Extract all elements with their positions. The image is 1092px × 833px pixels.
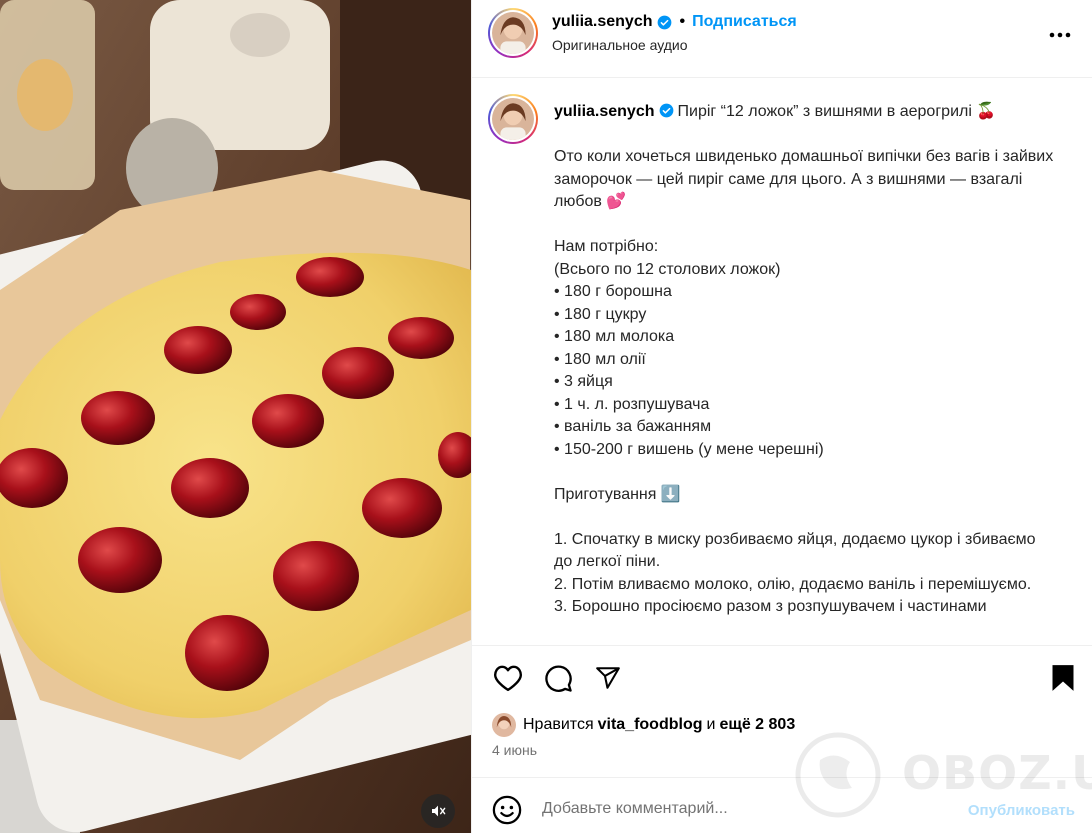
header-separator: • xyxy=(679,13,686,30)
ingredient-item: • 180 г борошна xyxy=(554,283,672,300)
heart-icon xyxy=(494,665,522,692)
save-button[interactable] xyxy=(1047,662,1079,694)
avatar[interactable] xyxy=(488,8,538,58)
emoji-icon[interactable] xyxy=(492,795,522,825)
post-media[interactable] xyxy=(0,0,471,833)
verified-badge-icon xyxy=(659,103,673,118)
preparation-label: Приготування ⬇️ xyxy=(554,485,681,503)
original-audio-link[interactable]: Оригинальное аудио xyxy=(552,37,797,53)
ingredient-item: • 180 г цукру xyxy=(554,305,647,323)
avatar-image xyxy=(492,12,534,54)
caption-title: Пиріг “12 ложок” з вишнями в аерогрилі 🍒 xyxy=(677,103,997,120)
likes-prefix: Нравится xyxy=(523,716,594,733)
ingredient-item: • 150-200 г вишень (у мене черешні) xyxy=(554,440,824,458)
liker-avatar[interactable] xyxy=(492,713,516,737)
caption-area: yuliia.senych Пиріг “12 ложок” з вишнями … xyxy=(472,79,1092,645)
post-author-username[interactable]: yuliia.senych xyxy=(552,13,653,31)
liker-username[interactable]: vita_foodblog xyxy=(598,716,703,734)
share-button[interactable] xyxy=(592,662,624,694)
publish-button[interactable]: Опубликовать xyxy=(968,802,1075,819)
ingredient-item: • 3 яйця xyxy=(554,373,613,390)
speaker-muted-icon xyxy=(432,805,446,817)
follow-button[interactable]: Подписаться xyxy=(692,13,797,31)
post-caption: yuliia.senych Пиріг “12 ложок” з вишнями … xyxy=(554,101,1054,619)
comment-button[interactable] xyxy=(542,662,574,694)
share-icon xyxy=(596,667,620,689)
verified-badge-icon xyxy=(657,15,671,29)
avatar-image xyxy=(492,98,534,140)
ingredient-item: • 1 ч. л. розпушувача xyxy=(554,395,710,413)
like-button[interactable] xyxy=(492,662,524,694)
ingredients-note: (Всього по 12 столових ложок) xyxy=(554,260,781,278)
caption-avatar[interactable] xyxy=(488,94,538,144)
ingredient-item: • 180 мл молока xyxy=(554,328,675,345)
caption-intro: Ото коли хочеться швиденько домашньої ви… xyxy=(554,148,1054,210)
post-date[interactable]: 4 июнь xyxy=(492,742,537,758)
bookmark-icon xyxy=(1052,665,1074,691)
comment-icon xyxy=(544,664,572,692)
post-panel: yuliia.senych • Подписаться Оригинальное… xyxy=(471,0,1092,833)
ingredient-item: • ваніль за бажанням xyxy=(554,418,712,435)
likes-joiner: и xyxy=(706,716,716,733)
comment-bar: Опубликовать xyxy=(472,777,1092,833)
more-options-button[interactable] xyxy=(1045,22,1075,48)
post-header: yuliia.senych • Подписаться Оригинальное… xyxy=(472,0,1092,78)
caption-username[interactable]: yuliia.senych xyxy=(554,103,655,120)
avatar-image xyxy=(492,713,516,737)
ingredients-label: Нам потрібно: xyxy=(554,238,659,255)
post-photo xyxy=(0,0,471,833)
likes-summary: Нравится vita_foodblog и ещё 2 803 xyxy=(492,713,799,737)
more-horizontal-icon xyxy=(1049,32,1071,38)
action-bar xyxy=(472,645,1092,710)
preparation-step: 1. Спочатку в миску розбиваємо яйця, дод… xyxy=(554,530,1036,571)
comment-input[interactable] xyxy=(542,800,922,818)
preparation-step: 2. Потім вливаємо молоко, олію, додаємо … xyxy=(554,575,1032,593)
mute-button[interactable] xyxy=(421,794,455,828)
ingredient-item: • 180 мл олії xyxy=(554,350,646,368)
likes-count[interactable]: ещё 2 803 xyxy=(719,716,795,734)
preparation-step: 3. Борошно просіюємо разом з розпушуваче… xyxy=(554,598,987,615)
